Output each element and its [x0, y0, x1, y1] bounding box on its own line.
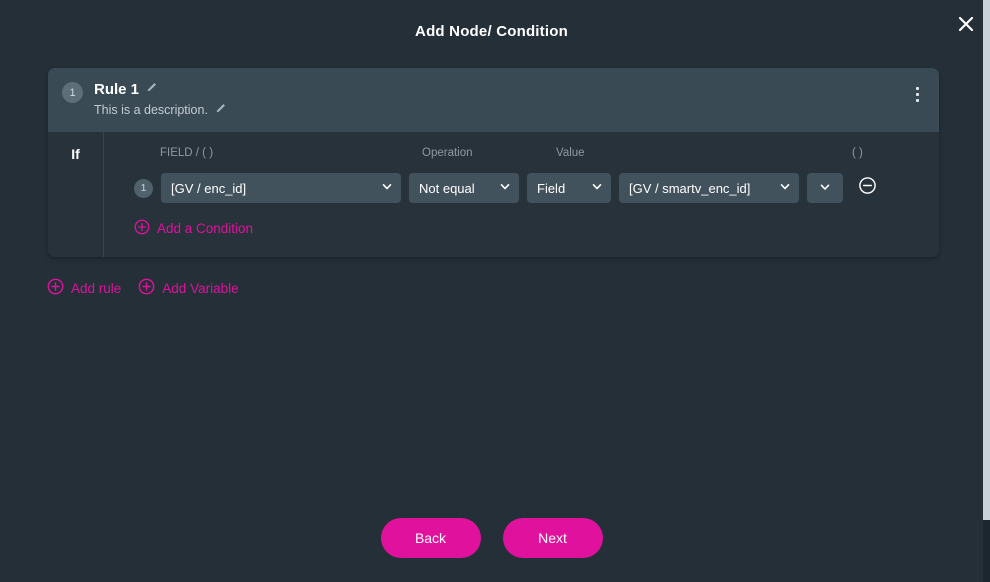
footer-actions: Back Next [0, 518, 983, 558]
if-column: If [48, 132, 104, 257]
plus-circle-icon [134, 219, 150, 238]
modal-header: Add Node/ Condition [0, 0, 983, 62]
rule-actions: Add rule Add Variable [47, 278, 239, 298]
parenthesis-select[interactable] [807, 173, 843, 203]
close-icon [956, 14, 976, 34]
rule-number-badge: 1 [62, 82, 83, 103]
chevron-down-icon [819, 181, 831, 196]
column-headers: FIELD / ( ) Operation Value ( ) [134, 140, 939, 166]
operation-select-value: Not equal [419, 180, 475, 196]
kebab-menu-icon[interactable] [907, 82, 927, 106]
chevron-down-icon [779, 181, 791, 196]
if-label: If [71, 146, 80, 162]
close-button[interactable] [950, 8, 982, 40]
value-select[interactable]: [GV / smartv_enc_id] [619, 173, 799, 203]
add-condition-button[interactable]: Add a Condition [134, 219, 253, 238]
operation-select[interactable]: Not equal [409, 173, 519, 203]
minus-circle-icon [858, 176, 877, 200]
field-select-value: [GV / enc_id] [171, 180, 247, 196]
condition-number-badge: 1 [134, 178, 153, 198]
rule-header: 1 Rule 1 This is a description. [48, 68, 939, 132]
chevron-down-icon [591, 181, 603, 196]
add-variable-button[interactable]: Add Variable [138, 278, 239, 298]
pencil-icon[interactable] [215, 101, 227, 119]
add-condition-label: Add a Condition [157, 221, 254, 236]
conditions-column: FIELD / ( ) Operation Value ( ) 1 [GV / … [104, 132, 939, 257]
add-rule-button[interactable]: Add rule [47, 278, 121, 298]
chevron-down-icon [381, 181, 393, 196]
header-field: FIELD / ( ) [160, 147, 214, 159]
plus-circle-icon [138, 278, 155, 298]
add-variable-label: Add Variable [162, 280, 239, 296]
value-type-select-value: Field [537, 180, 566, 196]
rule-title: Rule 1 [94, 80, 140, 98]
rule-body: If FIELD / ( ) Operation Value ( ) 1 [GV… [48, 132, 939, 257]
pencil-icon[interactable] [146, 80, 158, 98]
header-parenthesis: ( ) [852, 147, 863, 159]
field-select[interactable]: [GV / enc_id] [161, 173, 401, 203]
add-rule-label: Add rule [71, 280, 122, 296]
header-operation: Operation [422, 147, 473, 159]
scrollbar-thumb[interactable] [983, 0, 990, 520]
plus-circle-icon [47, 278, 64, 298]
remove-condition-button[interactable] [857, 176, 877, 200]
chevron-down-icon [499, 181, 511, 196]
condition-row: 1 [GV / enc_id] Not equal Field [GV / sm… [134, 173, 939, 203]
scrollbar-track[interactable] [983, 0, 990, 582]
header-value: Value [556, 147, 585, 159]
next-button[interactable]: Next [502, 518, 603, 558]
rule-description: This is a description. [94, 103, 208, 117]
back-button[interactable]: Back [380, 518, 481, 558]
value-select-value: [GV / smartv_enc_id] [629, 180, 751, 196]
value-type-select[interactable]: Field [527, 173, 611, 203]
page-title: Add Node/ Condition [415, 22, 568, 40]
rule-card: 1 Rule 1 This is a description. If FIELD… [48, 68, 939, 257]
